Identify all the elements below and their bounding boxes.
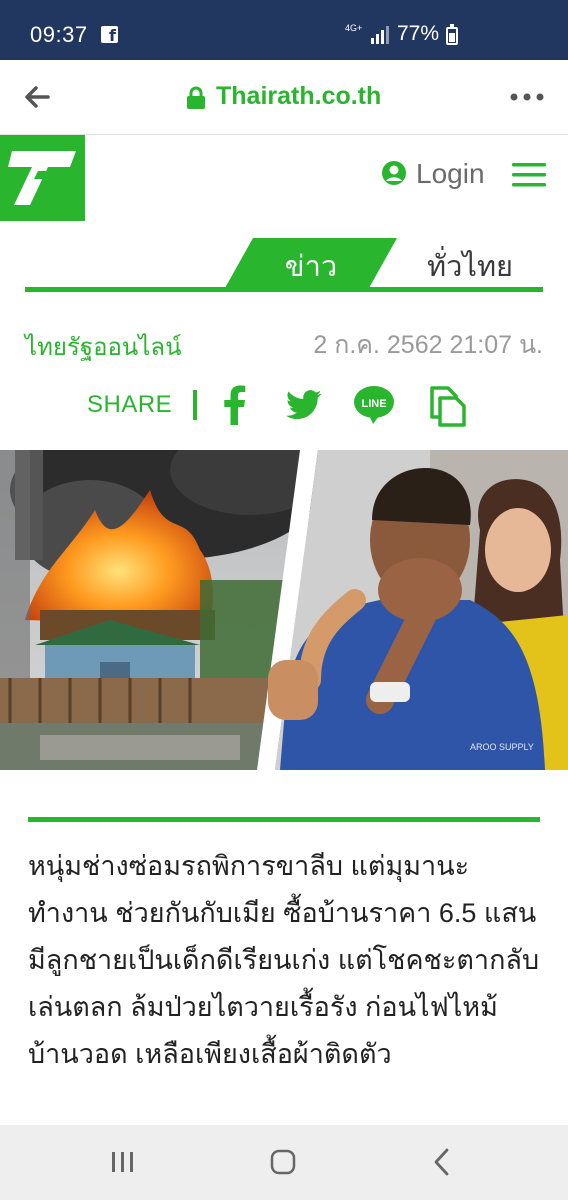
facebook-share-icon[interactable] <box>222 385 246 425</box>
article-lede: หนุ่มช่างซ่อมรถพิการขาลีบ แต่มุมานะทำงาน… <box>28 851 540 1069</box>
system-back-icon[interactable] <box>433 1148 451 1176</box>
recent-apps-icon[interactable] <box>110 1150 136 1174</box>
login-link[interactable]: Login <box>416 158 485 190</box>
share-divider <box>193 390 197 420</box>
browser-url-bar: Thairath.co.th <box>0 60 568 135</box>
byline-source[interactable]: ไทยรัฐออนไลน์ <box>25 327 182 366</box>
tab-underline <box>25 287 543 292</box>
signal-icon <box>371 26 389 44</box>
hero-photo: AROO SUPPLY <box>0 450 568 770</box>
hamburger-menu-icon[interactable] <box>512 162 546 188</box>
copy-link-icon[interactable] <box>426 385 468 427</box>
twitter-share-icon[interactable] <box>286 389 322 421</box>
battery-percent: 77% <box>397 22 440 45</box>
shirt-text: AROO SUPPLY <box>470 742 534 752</box>
status-time: 09:37 <box>30 22 88 47</box>
more-options-icon[interactable] <box>510 93 544 101</box>
lock-icon <box>187 86 205 109</box>
line-icon-label: LINE <box>361 398 386 410</box>
line-share-icon[interactable]: LINE <box>353 385 395 425</box>
facebook-notification-icon: f <box>101 26 118 45</box>
article-divider <box>28 817 540 822</box>
hero-image[interactable]: AROO SUPPLY <box>0 450 568 770</box>
battery-icon <box>446 24 458 45</box>
tab-nationwide[interactable]: ทั่วไทย <box>410 243 530 289</box>
status-bar: 09:37 f 4G+ 77% <box>0 0 568 60</box>
network-type: 4G+ <box>345 23 363 33</box>
publish-date: 2 ก.ค. 2562 21:07 น. <box>313 331 543 359</box>
url-text[interactable]: Thairath.co.th <box>216 82 381 111</box>
tab-news-label[interactable]: ข่าว <box>225 243 397 289</box>
back-arrow-icon[interactable] <box>22 82 52 112</box>
user-icon[interactable] <box>381 160 407 186</box>
thairath-logo[interactable] <box>0 135 85 221</box>
logo-mark-icon <box>8 151 76 205</box>
home-icon[interactable] <box>270 1149 296 1175</box>
share-label: SHARE <box>87 391 173 418</box>
